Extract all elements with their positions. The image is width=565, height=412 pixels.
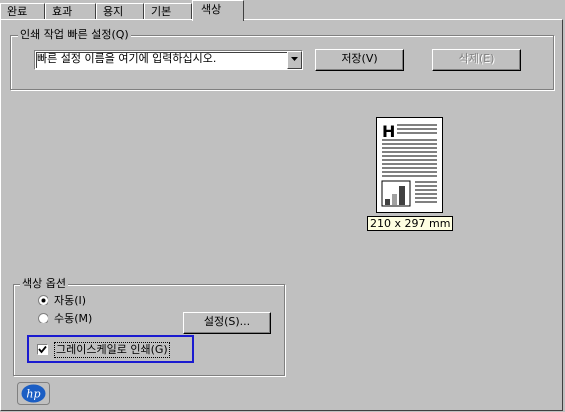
auto-radio[interactable]	[38, 295, 48, 305]
tab-basics[interactable]: 기본	[144, 3, 192, 19]
checkmark-icon	[38, 345, 47, 354]
settings-button-label: 설정(S)...	[203, 315, 251, 328]
tab-label: 기본	[151, 5, 172, 18]
printer-properties-window: 완료 효과 용지 기본 색상 인쇄 작업 빠른 설정(Q) 빠른 설정 이름을 …	[0, 0, 565, 412]
tab-label: 완료	[7, 5, 28, 18]
tab-color[interactable]: 색상	[192, 0, 244, 21]
quick-sets-title: 인쇄 작업 빠른 설정(Q)	[18, 28, 131, 41]
document-preview-graphic: H	[381, 122, 437, 207]
chevron-down-icon	[291, 57, 298, 61]
save-button[interactable]: 저장(V)	[315, 49, 404, 71]
dropdown-button[interactable]	[287, 51, 302, 69]
delete-button-label: 삭제(E)	[458, 52, 495, 65]
tab-strip: 완료 효과 용지 기본 색상	[0, 0, 565, 21]
manual-radio-label[interactable]: 수동(M)	[54, 312, 92, 326]
color-options-title: 색상 옵션	[20, 277, 68, 290]
save-button-label: 저장(V)	[341, 52, 378, 65]
tab-label: 효과	[52, 5, 73, 18]
tab-label: 용지	[103, 5, 124, 18]
hp-logo[interactable]: hp	[17, 382, 50, 405]
delete-button[interactable]: 삭제(E)	[432, 49, 521, 71]
paper-preview: H	[376, 117, 443, 213]
paper-size-label: 210 x 297 mm	[367, 216, 454, 231]
auto-radio-label[interactable]: 자동(I)	[54, 294, 86, 308]
tab-finishing[interactable]: 완료	[0, 3, 45, 19]
tab-label: 색상	[201, 3, 222, 16]
preview-heading-letter: H	[382, 122, 395, 141]
hp-logo-text: hp	[26, 388, 40, 401]
quick-sets-combo[interactable]: 빠른 설정 이름을 여기에 입력하십시오.	[34, 50, 303, 70]
tab-paper[interactable]: 용지	[96, 3, 144, 19]
tab-effects[interactable]: 효과	[45, 3, 96, 19]
quick-sets-input[interactable]: 빠른 설정 이름을 여기에 입력하십시오.	[37, 52, 216, 66]
color-settings-button[interactable]: 설정(S)...	[183, 312, 271, 334]
grayscale-label[interactable]: 그레이스케일로 인쇄(G)	[54, 342, 170, 358]
manual-radio[interactable]	[38, 313, 48, 323]
grayscale-checkbox[interactable]	[37, 344, 48, 355]
